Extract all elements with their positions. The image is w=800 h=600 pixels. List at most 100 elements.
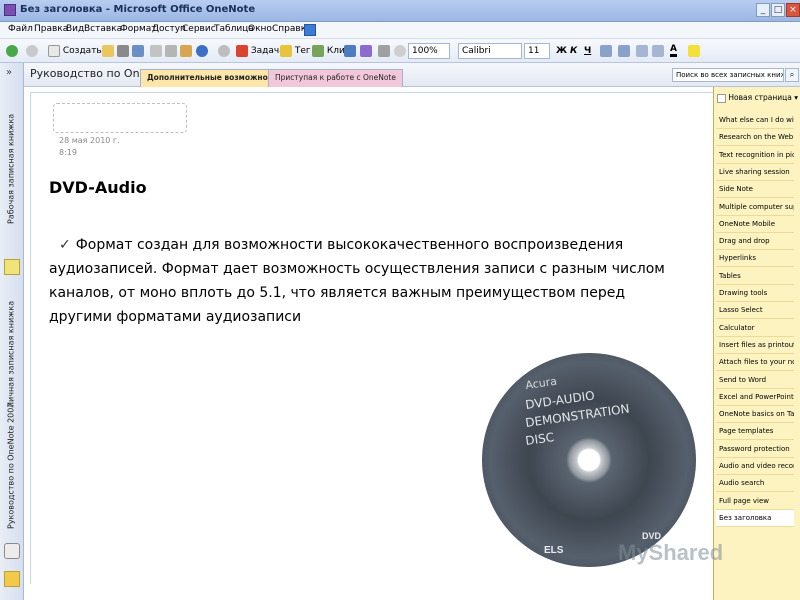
- notebook-title: Руководство по On...: [30, 67, 151, 80]
- indent-button[interactable]: [652, 43, 664, 59]
- page-title-field[interactable]: [53, 103, 187, 133]
- disc-logo-els: ELS: [544, 545, 564, 556]
- toolbar: Создать Задача Тег Клип 100% Calibri 11 …: [0, 39, 800, 63]
- new-page-button[interactable]: Новая страница ▾: [717, 93, 798, 103]
- back-button[interactable]: [6, 43, 18, 59]
- open-button[interactable]: [102, 43, 114, 59]
- note-heading: DVD-Audio: [49, 178, 147, 197]
- font-color-button[interactable]: A: [670, 43, 677, 57]
- page-tab-item[interactable]: Multiple computer suppor: [716, 199, 794, 216]
- page-tab-item[interactable]: Audio search: [716, 475, 794, 493]
- page-tab-item[interactable]: Drawing tools: [716, 285, 794, 302]
- note-body-text: Формат создан для возможности высококаче…: [49, 237, 665, 325]
- minimize-button[interactable]: _: [756, 3, 770, 17]
- page-tab-item[interactable]: What else can I do with: [716, 112, 794, 129]
- page-tab-item[interactable]: OneNote basics on Table: [716, 406, 794, 424]
- cut-icon: [150, 44, 162, 57]
- bullets-button[interactable]: [600, 43, 612, 59]
- maximize-button[interactable]: □: [771, 3, 785, 17]
- disc-title-line-1: Acura: [525, 375, 558, 392]
- font-family-select[interactable]: Calibri: [458, 43, 522, 59]
- page-tab-item[interactable]: Text recognition in pictur: [716, 147, 794, 164]
- page-tab-item[interactable]: Full page view: [716, 493, 794, 510]
- pen-button[interactable]: [360, 43, 372, 59]
- page-tab-item[interactable]: Drag and drop: [716, 233, 794, 251]
- eraser-button[interactable]: [378, 43, 390, 59]
- zoom-select[interactable]: 100%: [408, 43, 450, 59]
- tab-advanced-features[interactable]: Дополнительные возможности: [140, 69, 289, 87]
- page-tab-item[interactable]: Без заголовка: [716, 509, 794, 527]
- copy-icon: [165, 44, 177, 57]
- page-date: 28 мая 2010 г.: [59, 136, 120, 145]
- search-button[interactable]: ⌕: [785, 68, 799, 82]
- search-input[interactable]: Поиск во всех записных книжках: [672, 68, 784, 82]
- menu-file[interactable]: Файл: [8, 24, 33, 34]
- table-button[interactable]: [344, 43, 356, 59]
- outdent-button[interactable]: [636, 43, 648, 59]
- notebook-folder-icon[interactable]: [4, 571, 20, 587]
- disc-title-line-4: DISC: [524, 430, 554, 448]
- note-body: ✓ Формат создан для возможности высококач…: [49, 233, 689, 329]
- bold-button[interactable]: Ж: [556, 43, 567, 59]
- indent-icon: [652, 44, 664, 57]
- undo-button[interactable]: [196, 43, 208, 59]
- dvd-disc-image: Acura DVD-AUDIO DEMONSTRATION DISC ELS D…: [482, 353, 696, 567]
- page-tab-item[interactable]: Research on the Web: [716, 129, 794, 147]
- page-tab-item[interactable]: Live sharing session: [716, 164, 794, 181]
- menu-tools[interactable]: Сервис: [182, 24, 216, 34]
- page-tab-item[interactable]: Calculator: [716, 320, 794, 337]
- page-tab-item[interactable]: Password protection: [716, 441, 794, 458]
- print-button[interactable]: [117, 43, 129, 59]
- paste-icon: [180, 44, 192, 57]
- preview-button[interactable]: [132, 43, 144, 59]
- title-bar: Без заголовка - Microsoft Office OneNote…: [0, 0, 800, 22]
- notebook-tab-work[interactable]: Рабочая записная книжка: [2, 83, 20, 255]
- font-size-select[interactable]: 11: [524, 43, 550, 59]
- page-tab-item[interactable]: Side Note: [716, 181, 794, 199]
- forward-icon: [26, 44, 38, 57]
- forward-button[interactable]: [26, 43, 38, 59]
- page-tab-item[interactable]: Hyperlinks: [716, 250, 794, 268]
- cut-button[interactable]: [150, 43, 162, 59]
- bullet-list-icon: [600, 44, 612, 57]
- numbered-list-icon: [618, 44, 630, 57]
- new-page-icon: [48, 44, 60, 57]
- menu-window[interactable]: Окно: [248, 24, 272, 34]
- pointer-button[interactable]: [394, 43, 406, 59]
- page-tab-item[interactable]: OneNote Mobile: [716, 216, 794, 233]
- redo-button[interactable]: [218, 43, 230, 59]
- close-button[interactable]: ×: [786, 3, 800, 17]
- notebook-tab-guide[interactable]: Руководство по OneNote 2007: [2, 402, 20, 528]
- underline-button[interactable]: Ч: [584, 43, 591, 59]
- tag-button[interactable]: Тег: [280, 43, 311, 59]
- page-tab-item[interactable]: Insert files as printouts: [716, 337, 794, 354]
- page-tab-item[interactable]: Audio and video recordin: [716, 458, 794, 475]
- menu-bar: Файл Правка Вид Вставка Формат Доступ Се…: [0, 22, 800, 39]
- page-tab-item[interactable]: Excel and PowerPoint int: [716, 389, 794, 406]
- page-tab-item[interactable]: Lasso Select: [716, 302, 794, 320]
- copy-button[interactable]: [165, 43, 177, 59]
- help-icon[interactable]: [304, 24, 316, 36]
- numbering-button[interactable]: [618, 43, 630, 59]
- expand-pane-icon[interactable]: »: [6, 67, 12, 78]
- italic-button[interactable]: К: [570, 43, 577, 59]
- menu-edit[interactable]: Правка: [34, 24, 68, 34]
- tab-getting-started[interactable]: Приступая к работе с OneNote: [268, 69, 403, 87]
- paste-button[interactable]: [180, 43, 192, 59]
- page-tab-item[interactable]: Tables: [716, 268, 794, 285]
- highlighter-icon: [688, 44, 700, 57]
- page-tab-item[interactable]: Attach files to your note: [716, 354, 794, 372]
- unfiled-notes-icon[interactable]: [4, 543, 20, 559]
- print-icon: [117, 44, 129, 57]
- menu-insert[interactable]: Вставка: [84, 24, 122, 34]
- menu-share[interactable]: Доступ: [152, 24, 186, 34]
- section-tabs-row: Руководство по On... Дополнительные возм…: [24, 63, 800, 87]
- create-button[interactable]: Создать: [48, 43, 102, 59]
- new-page-label: Новая страница: [728, 93, 792, 102]
- page-tab-item[interactable]: Page templates: [716, 423, 794, 441]
- page-tab-item[interactable]: Send to Word: [716, 372, 794, 389]
- highlight-button[interactable]: [688, 43, 700, 59]
- tag-label: Тег: [294, 46, 311, 56]
- menu-view[interactable]: Вид: [66, 24, 84, 34]
- task-button[interactable]: Задача: [236, 43, 285, 59]
